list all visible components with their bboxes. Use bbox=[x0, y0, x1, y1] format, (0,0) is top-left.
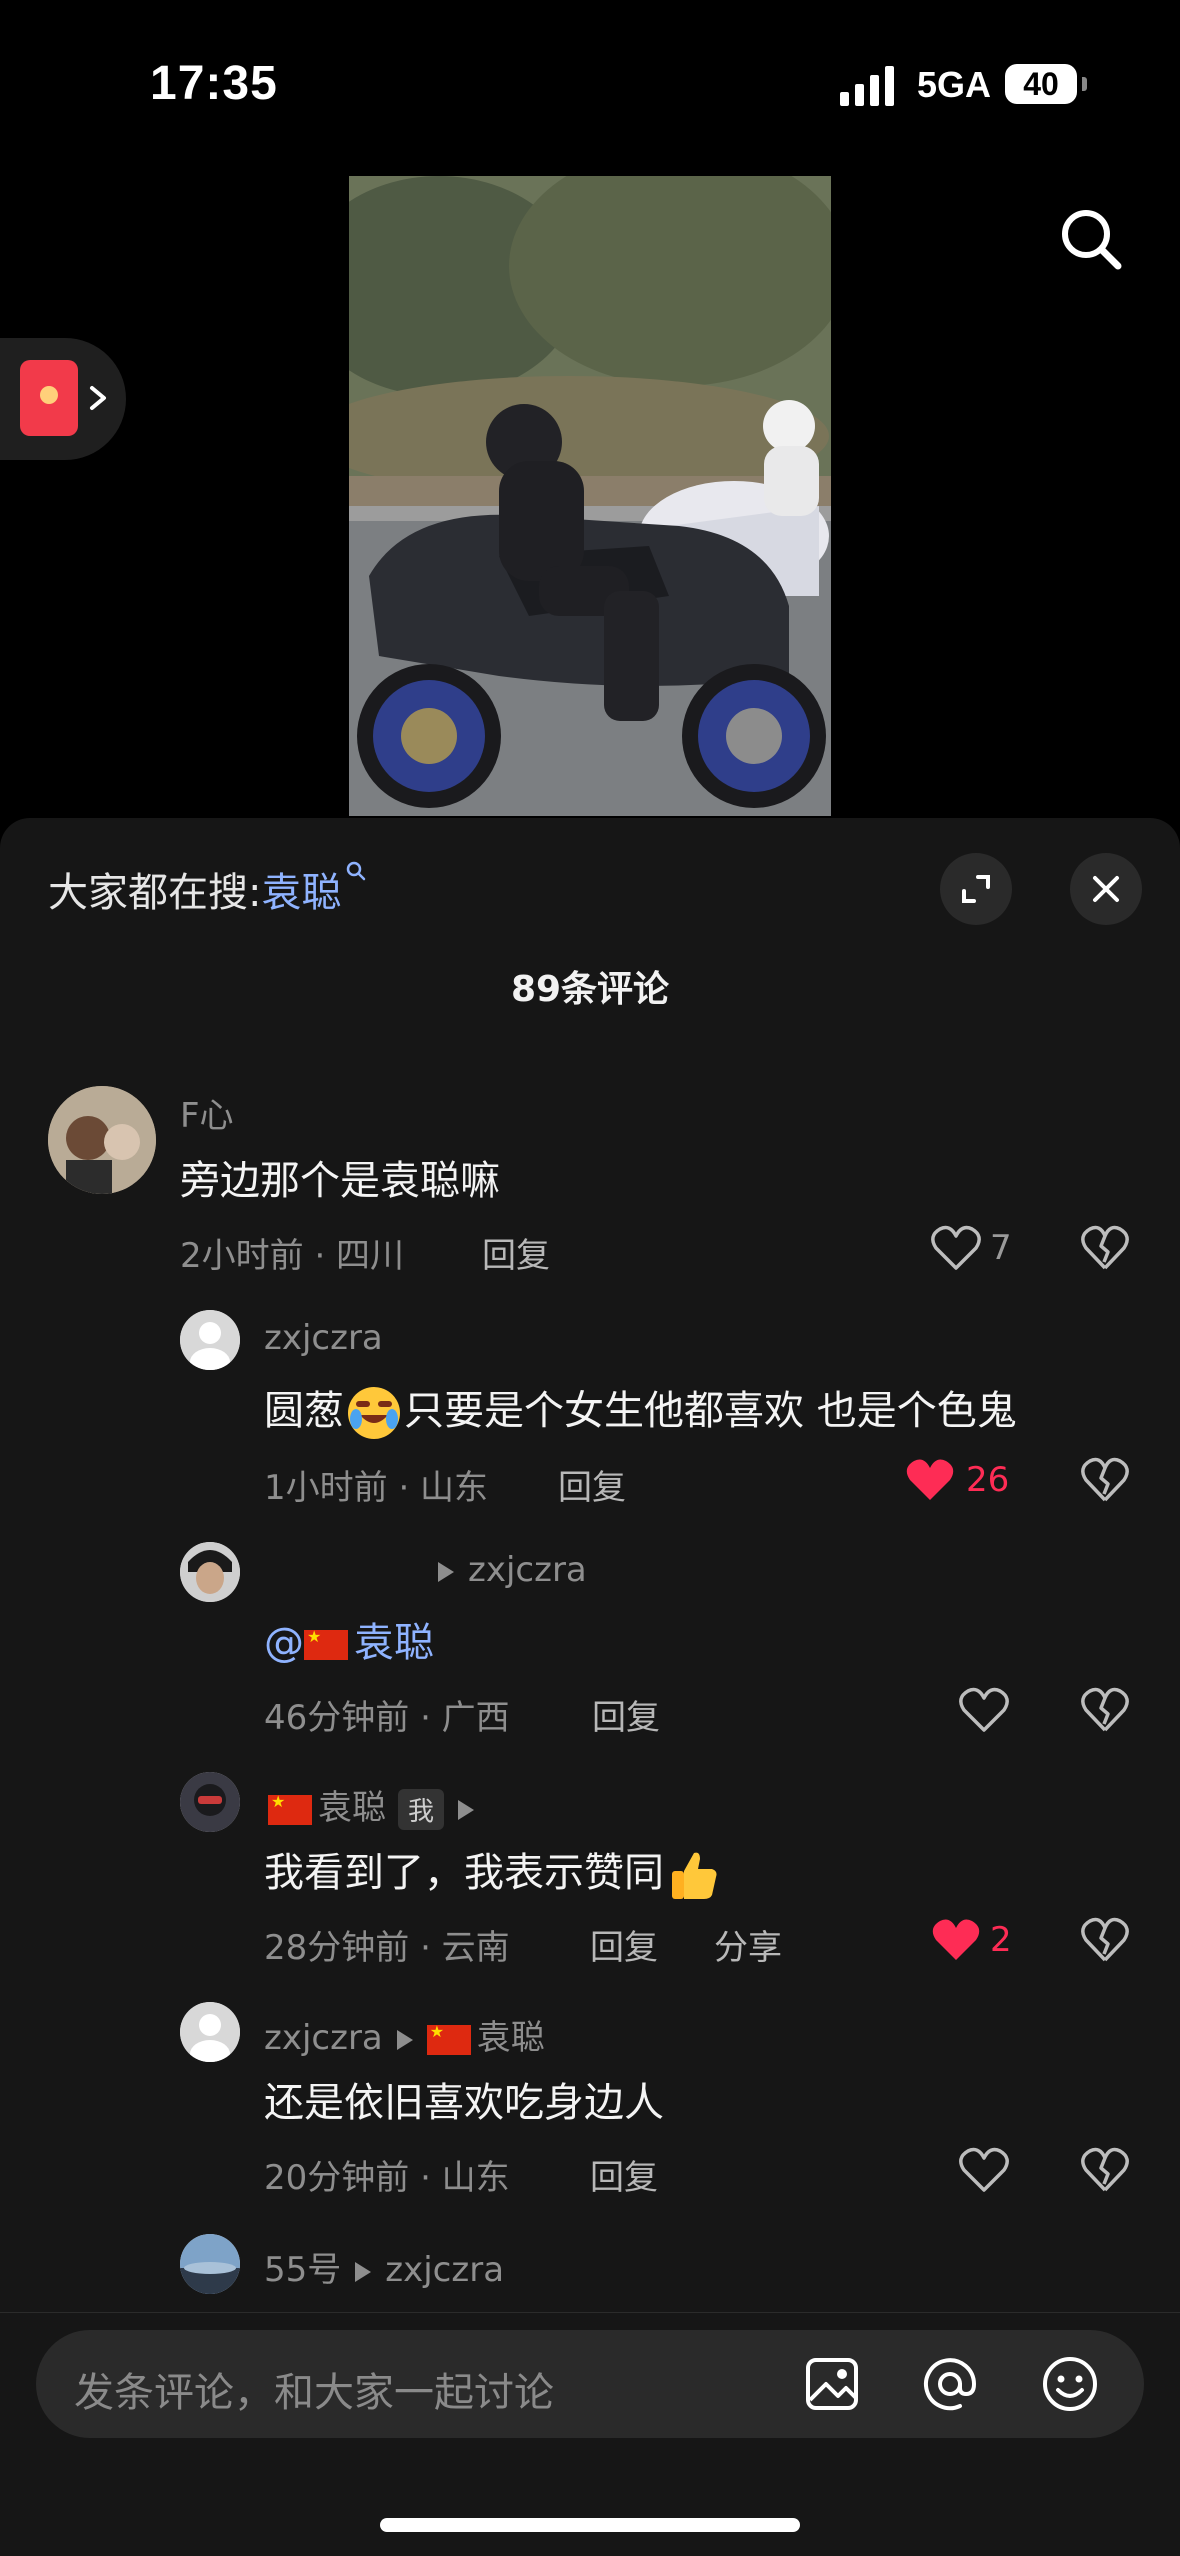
me-badge: 我 bbox=[398, 1789, 445, 1830]
comment-username[interactable]: F心 bbox=[180, 1088, 234, 1137]
comment-username: zxjczra bbox=[264, 2018, 383, 2058]
thumbs-up-emoji-icon bbox=[668, 1849, 720, 1901]
like-count: 2 bbox=[990, 1920, 1012, 1960]
comment-username[interactable]: zxjczra bbox=[264, 1318, 383, 1358]
like-count: 26 bbox=[966, 1460, 1010, 1500]
status-bar: 17:35 5GA 40 bbox=[0, 0, 1180, 170]
image-icon[interactable] bbox=[802, 2354, 862, 2414]
comment-text: @ 袁聪 bbox=[264, 1610, 434, 1668]
search-icon[interactable] bbox=[1058, 206, 1124, 272]
like-count: 7 bbox=[990, 1228, 1012, 1268]
avatar[interactable] bbox=[180, 2002, 240, 2062]
reply-arrow-icon bbox=[438, 1561, 454, 1582]
emoji-icon[interactable] bbox=[1040, 2354, 1100, 2414]
china-flag-icon bbox=[426, 2022, 471, 2055]
reply-target[interactable]: zxjczra bbox=[424, 1550, 587, 1590]
comment-username-row[interactable]: zxjczra 袁聪 bbox=[264, 2010, 545, 2059]
china-flag-icon bbox=[268, 1792, 312, 1825]
comment-meta: 20分钟前 · 山东 bbox=[264, 2158, 510, 2198]
video-player[interactable] bbox=[349, 176, 831, 816]
battery-level: 40 bbox=[1005, 64, 1077, 104]
search-icon bbox=[347, 861, 366, 881]
broken-heart-icon[interactable] bbox=[1080, 1916, 1130, 1964]
comment-meta: 1小时前 · 山东 bbox=[264, 1468, 489, 1508]
comment-text: 圆葱 只要是个女生他都喜欢 也是个色鬼 bbox=[264, 1378, 1017, 1439]
comment-text-part: 圆葱 bbox=[264, 1388, 344, 1434]
avatar[interactable] bbox=[180, 2234, 240, 2294]
comment-meta: 2小时前 · 四川 bbox=[180, 1236, 405, 1276]
broken-heart-icon[interactable] bbox=[1080, 1686, 1130, 1734]
close-icon bbox=[1093, 876, 1119, 902]
divider bbox=[0, 2312, 1180, 2313]
reply-target-name: zxjczra bbox=[385, 2250, 505, 2290]
share-button[interactable]: 分享 bbox=[714, 1920, 782, 1969]
reply-arrow-icon bbox=[355, 2261, 372, 2282]
heart-icon[interactable] bbox=[958, 2146, 1010, 2194]
signal-icon bbox=[840, 66, 894, 106]
comment-text: 还是依旧喜欢吃身边人 bbox=[264, 2080, 664, 2126]
status-time: 17:35 bbox=[150, 57, 278, 110]
comment-username: 55号 bbox=[264, 2250, 342, 2290]
trending-search-keyword[interactable]: 袁聪 bbox=[261, 870, 341, 916]
reply-arrow-icon bbox=[396, 2029, 413, 2050]
avatar[interactable] bbox=[180, 1310, 240, 1370]
comment-text-part: 我看到了，我表示赞同 bbox=[264, 1850, 664, 1896]
at-icon[interactable] bbox=[920, 2354, 980, 2414]
heart-icon[interactable] bbox=[904, 1456, 956, 1504]
comment-count: 89条评论 bbox=[510, 969, 670, 1010]
broken-heart-icon[interactable] bbox=[1080, 2146, 1130, 2194]
comment-text-part: 只要是个女生他都喜欢 也是个色鬼 bbox=[404, 1388, 1017, 1434]
comment-username-row[interactable]: 袁聪我 bbox=[268, 1780, 488, 1830]
close-button[interactable] bbox=[1070, 853, 1142, 925]
home-indicator[interactable] bbox=[380, 2518, 800, 2532]
reply-target-name: zxjczra bbox=[468, 1550, 587, 1590]
heart-icon[interactable] bbox=[930, 1916, 982, 1964]
comments-sheet: 大家都在搜:袁聪 89条评论 F心 旁边那个是袁聪嘛 2小时前 · 四川 回复 … bbox=[0, 818, 1180, 2556]
laughing-crying-emoji-icon bbox=[348, 1387, 400, 1439]
broken-heart-icon[interactable] bbox=[1080, 1224, 1130, 1272]
chevron-right-icon bbox=[90, 386, 106, 410]
reply-target-name: 袁聪 bbox=[476, 2018, 545, 2058]
trending-search[interactable]: 大家都在搜:袁聪 bbox=[48, 860, 367, 918]
comment-username: 袁聪 bbox=[318, 1788, 386, 1828]
expand-button[interactable] bbox=[940, 853, 1012, 925]
reply-button[interactable]: 回复 bbox=[592, 1690, 660, 1739]
reply-button[interactable]: 回复 bbox=[590, 1920, 658, 1969]
comment-input[interactable]: 发条评论，和大家一起讨论 bbox=[36, 2330, 1144, 2438]
reply-arrow-icon bbox=[458, 1799, 475, 1820]
reply-button[interactable]: 回复 bbox=[590, 2150, 658, 2199]
trending-search-label: 大家都在搜: bbox=[48, 870, 262, 916]
comment-input-placeholder: 发条评论，和大家一起讨论 bbox=[74, 2370, 554, 2416]
expand-icon bbox=[962, 875, 990, 903]
red-packet-entry[interactable] bbox=[0, 338, 126, 460]
battery-cap bbox=[1082, 77, 1087, 91]
comment-text: 旁边那个是袁聪嘛 bbox=[180, 1158, 500, 1204]
comment-username-row[interactable]: 55号 zxjczra bbox=[264, 2242, 504, 2291]
comment-meta: 46分钟前 · 广西 bbox=[264, 1698, 510, 1738]
comment-meta: 28分钟前 · 云南 bbox=[264, 1928, 510, 1968]
avatar[interactable] bbox=[180, 1772, 240, 1832]
network-type: 5GA bbox=[917, 64, 992, 105]
red-packet-icon bbox=[20, 360, 78, 436]
heart-icon[interactable] bbox=[958, 1686, 1010, 1734]
avatar[interactable] bbox=[48, 1086, 156, 1194]
broken-heart-icon[interactable] bbox=[1080, 1456, 1130, 1504]
mention-name[interactable]: 袁聪 bbox=[354, 1620, 434, 1666]
china-flag-icon bbox=[304, 1627, 348, 1660]
heart-icon[interactable] bbox=[930, 1224, 982, 1272]
mention-at: @ bbox=[264, 1620, 304, 1666]
avatar[interactable] bbox=[180, 1542, 240, 1602]
reply-button[interactable]: 回复 bbox=[558, 1460, 626, 1509]
comment-text: 我看到了，我表示赞同 bbox=[264, 1840, 724, 1901]
reply-button[interactable]: 回复 bbox=[482, 1228, 550, 1277]
